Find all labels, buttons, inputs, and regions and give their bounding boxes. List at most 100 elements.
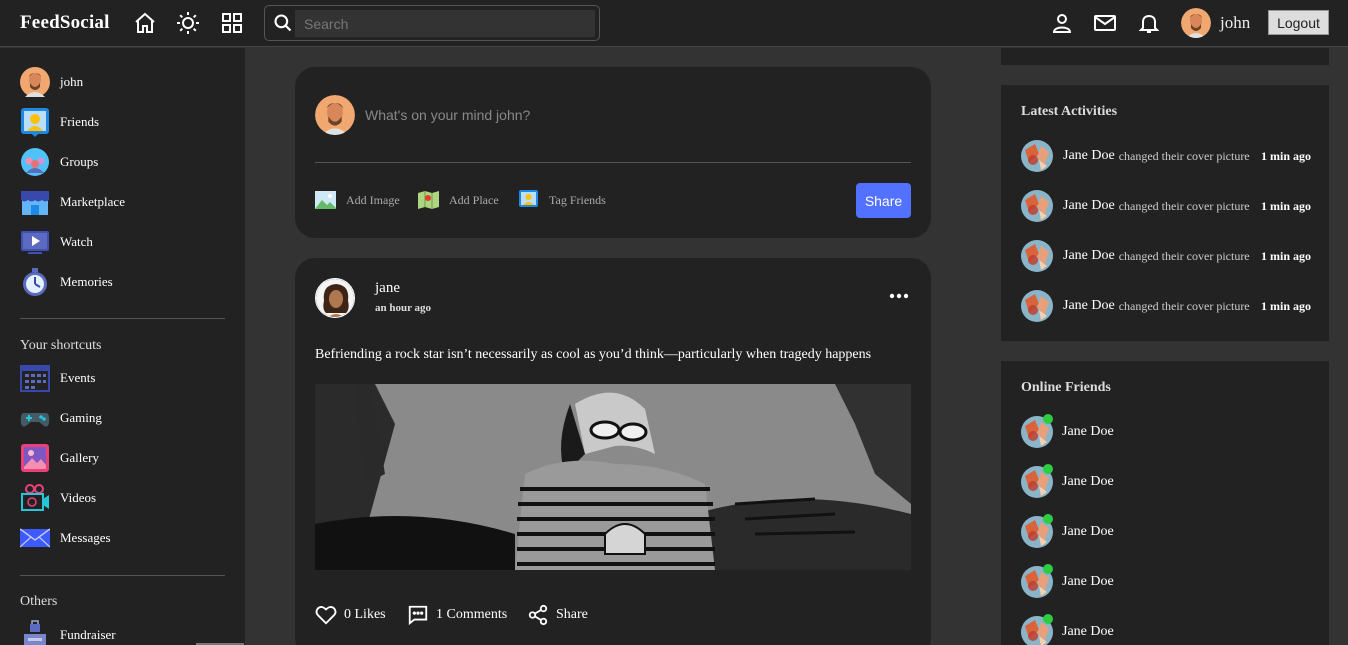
- activity-time: 1 min ago: [1260, 249, 1311, 263]
- apps-grid-icon[interactable]: [220, 11, 244, 35]
- avatar: [1021, 414, 1053, 448]
- videos-icon: [20, 483, 50, 513]
- watch-icon: [20, 227, 50, 257]
- app-logo[interactable]: FeedSocial: [20, 12, 110, 34]
- sun-icon[interactable]: [176, 11, 200, 35]
- activity-user: Jane Doe: [1063, 248, 1115, 263]
- composer-input[interactable]: What's on your mind john?: [365, 107, 530, 123]
- composer-divider: [315, 162, 911, 163]
- sidebar-divider: [20, 575, 225, 576]
- online-friend-item[interactable]: Jane Doe: [1021, 614, 1114, 645]
- sidebar-item-label: Gallery: [60, 450, 99, 465]
- friend-name: Jane Doe: [1062, 424, 1114, 439]
- sidebar-item-gaming[interactable]: Gaming: [20, 403, 102, 433]
- add-place-label: Add Place: [449, 192, 499, 207]
- avatar: [1021, 290, 1053, 322]
- sidebar-item-label: Marketplace: [60, 194, 125, 209]
- sidebar-item-label: Groups: [60, 154, 99, 169]
- post-author[interactable]: jane: [375, 280, 400, 297]
- post-card: jane an hour ago Befriending a rock star…: [295, 258, 931, 645]
- sidebar-item-messages[interactable]: Messages: [20, 523, 111, 553]
- comment-icon: [408, 605, 428, 626]
- sidebar-item-events[interactable]: Events: [20, 363, 95, 393]
- avatar[interactable]: [1181, 8, 1211, 38]
- tag-friends-icon: [519, 190, 538, 207]
- search-icon[interactable]: [273, 13, 293, 33]
- home-icon[interactable]: [133, 11, 157, 35]
- sidebar-item-fundraiser[interactable]: Fundraiser: [20, 620, 116, 645]
- comments-button[interactable]: 1 Comments: [407, 604, 507, 626]
- search-box: [264, 5, 600, 41]
- gaming-icon: [20, 403, 50, 433]
- avatar: [1021, 614, 1053, 645]
- sidebar-item-label: Friends: [60, 114, 99, 129]
- online-friend-item[interactable]: Jane Doe: [1021, 414, 1114, 448]
- sidebar-item-friends[interactable]: Friends: [20, 107, 99, 137]
- sidebar-item-label: Videos: [60, 490, 97, 505]
- sidebar-item-label: Events: [60, 370, 96, 385]
- fundraiser-icon: [20, 620, 50, 645]
- online-friend-item[interactable]: Jane Doe: [1021, 464, 1114, 498]
- activity-desc: changed their cover picture: [1118, 248, 1250, 263]
- activity-user: Jane Doe: [1063, 198, 1115, 213]
- friend-name: Jane Doe: [1062, 474, 1114, 489]
- avatar[interactable]: [315, 278, 355, 318]
- online-friends-title: Online Friends: [1021, 380, 1111, 395]
- post-timestamp: an hour ago: [375, 302, 432, 314]
- sidebar-item-memories[interactable]: Memories: [20, 267, 113, 297]
- sidebar-item-label: john: [60, 74, 84, 89]
- share-icon: [528, 604, 548, 626]
- activity-time: 1 min ago: [1260, 299, 1311, 313]
- activity-user: Jane Doe: [1063, 148, 1115, 163]
- tag-friends-label: Tag Friends: [549, 192, 606, 207]
- sidebar-item-gallery[interactable]: Gallery: [20, 443, 99, 473]
- activity-row[interactable]: Jane Doe changed their cover picture 1 m…: [1021, 140, 1311, 172]
- share-label: Share: [556, 607, 588, 622]
- share-button[interactable]: Share: [527, 604, 588, 626]
- add-image-button[interactable]: Add Image: [315, 190, 400, 210]
- post-image[interactable]: [315, 384, 911, 570]
- logout-button[interactable]: Logout: [1268, 10, 1329, 35]
- tag-friends-button[interactable]: Tag Friends: [518, 190, 606, 210]
- mail-icon[interactable]: [1093, 11, 1117, 35]
- like-button[interactable]: 0 Likes: [315, 604, 386, 626]
- sidebar-item-groups[interactable]: Groups: [20, 147, 98, 177]
- search-input[interactable]: [295, 10, 595, 37]
- activity-row[interactable]: Jane Doe changed their cover picture 1 m…: [1021, 190, 1311, 222]
- avatar: [1021, 140, 1053, 172]
- nav-username: john: [1220, 13, 1251, 32]
- left-sidebar: john Friends Groups Marketplace Watch Me…: [0, 48, 245, 645]
- online-status-dot: [1043, 564, 1053, 574]
- online-friend-item[interactable]: Jane Doe: [1021, 564, 1114, 598]
- avatar: [315, 95, 355, 135]
- activity-desc: changed their cover picture: [1118, 198, 1250, 213]
- sidebar-item-marketplace[interactable]: Marketplace: [20, 187, 125, 217]
- activity-time: 1 min ago: [1260, 149, 1311, 163]
- avatar: [1021, 464, 1053, 498]
- post-text: Befriending a rock star isn’t necessaril…: [315, 347, 872, 362]
- latest-activities-panel: Latest Activities Jane Doe changed their…: [1001, 85, 1329, 341]
- friend-name: Jane Doe: [1062, 524, 1114, 539]
- activity-row[interactable]: Jane Doe changed their cover picture 1 m…: [1021, 240, 1311, 272]
- sidebar-item-videos[interactable]: Videos: [20, 483, 96, 513]
- add-place-button[interactable]: Add Place: [418, 190, 499, 210]
- friend-name: Jane Doe: [1062, 574, 1114, 589]
- share-post-button[interactable]: Share: [856, 183, 911, 218]
- bell-icon[interactable]: [1137, 11, 1161, 35]
- online-friends-panel: Online Friends Jane Doe Jane Doe Jane Do…: [1001, 361, 1329, 645]
- activity-row[interactable]: Jane Doe changed their cover picture 1 m…: [1021, 290, 1311, 322]
- sidebar-item-profile[interactable]: john: [20, 67, 83, 97]
- sidebar-item-watch[interactable]: Watch: [20, 227, 93, 257]
- right-panel-top: [1001, 48, 1329, 65]
- avatar: [1021, 514, 1053, 548]
- person-icon[interactable]: [1050, 11, 1074, 35]
- activity-desc: changed their cover picture: [1118, 298, 1250, 313]
- heart-icon: [315, 606, 337, 625]
- add-image-label: Add Image: [346, 192, 400, 207]
- online-friend-item[interactable]: Jane Doe: [1021, 514, 1114, 548]
- online-status-dot: [1043, 464, 1053, 474]
- more-options-icon[interactable]: [887, 286, 911, 306]
- online-status-dot: [1043, 414, 1053, 424]
- online-status-dot: [1043, 614, 1053, 624]
- nav-user-profile[interactable]: john: [1181, 8, 1250, 38]
